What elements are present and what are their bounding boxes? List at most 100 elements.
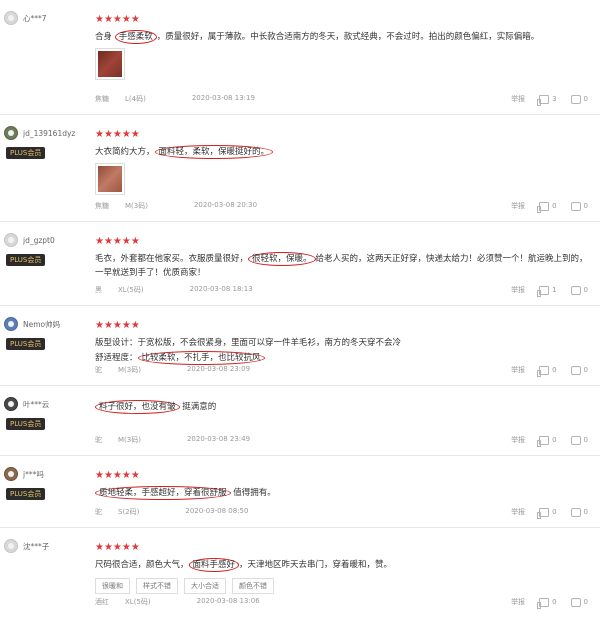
thumbs-up-icon: [537, 285, 550, 297]
purchase-size: M(3码): [125, 202, 148, 210]
purchase-color: 驼: [95, 366, 102, 374]
tag[interactable]: 很暖和: [95, 578, 130, 594]
review-tags: 很暖和 样式不错 大小合适 颜色不错: [95, 578, 588, 594]
review-text: 合身 手感柔软 ，质量很好，属于薄款。中长款合适南方的冬天，款式经典，不会过时。拍…: [95, 30, 540, 44]
review-image[interactable]: [95, 48, 125, 80]
review-item: j***吗 PLUS会员 ★★★★★ 质地轻柔，手感超好，穿着很舒服 值得拥有。…: [0, 456, 600, 528]
username[interactable]: 沈***子: [23, 541, 49, 552]
tag[interactable]: 大小合适: [184, 578, 226, 594]
review-text: 大衣简约大方， 面料轻，柔软，保暖挺好的。: [95, 145, 588, 159]
thumbs-up-icon: [537, 435, 550, 447]
comment-button[interactable]: 0: [570, 285, 588, 295]
like-button[interactable]: 3: [537, 94, 557, 106]
comment-icon: [570, 94, 581, 104]
review-date: 2020-03-08 08:50: [185, 507, 249, 515]
like-button[interactable]: 0: [537, 597, 557, 609]
comment-icon: [570, 435, 581, 445]
report-link[interactable]: 举报: [511, 597, 525, 607]
thumbs-up-icon: [537, 597, 550, 609]
highlight-circle: 质地轻柔，手感超好，穿着很舒服: [95, 486, 231, 500]
report-link[interactable]: 举报: [511, 507, 525, 517]
review-meta: 驼 S(2码) 2020-03-08 08:50: [95, 507, 248, 517]
review-meta: 焦糖 L(4码) 2020-03-08 13:19: [95, 94, 255, 104]
thumbs-up-icon: [537, 507, 550, 519]
review-user: 沈***子: [4, 538, 88, 554]
comment-button[interactable]: 0: [570, 507, 588, 517]
username[interactable]: j***吗: [23, 469, 44, 480]
review-meta: 驼 M(3码) 2020-03-08 23:49: [95, 435, 250, 445]
purchase-size: L(4码): [125, 95, 146, 103]
comment-button[interactable]: 0: [570, 365, 588, 375]
review-date: 2020-03-08 13:06: [196, 597, 260, 605]
review-date: 2020-03-08 23:49: [186, 435, 251, 443]
purchase-size: XL(5码): [118, 286, 144, 294]
rating-stars: ★★★★★: [95, 320, 140, 331]
like-button[interactable]: 0: [537, 507, 557, 519]
purchase-color: 酒红: [95, 598, 109, 606]
like-button[interactable]: 0: [537, 435, 557, 447]
avatar[interactable]: [4, 467, 18, 481]
plus-member-badge: PLUS会员: [6, 488, 46, 500]
review-item: 沈***子 ★★★★★ 尺码很合适，颜色大气， 面料手感好 ，天津地区昨天去串门，穿…: [0, 528, 600, 617]
username[interactable]: jd_gzpt0: [23, 236, 55, 245]
comment-icon: [570, 597, 581, 607]
plus-member-badge: PLUS会员: [6, 254, 46, 266]
purchase-size: S(2码): [118, 508, 140, 516]
purchase-color: 焦糖: [95, 95, 109, 103]
review-item: 心***7 ★★★★★ 合身 手感柔软 ，质量很好，属于薄款。中长款合适南方的冬天…: [0, 0, 600, 115]
plus-member-badge: PLUS会员: [6, 338, 46, 350]
comment-button[interactable]: 0: [570, 597, 588, 607]
like-button[interactable]: 1: [537, 285, 557, 297]
plus-member-badge: PLUS会员: [6, 147, 46, 159]
purchase-color: 黑: [95, 286, 102, 294]
like-button[interactable]: 0: [537, 201, 557, 213]
review-text: 料子很好，也没有皱 挺满意的: [95, 400, 588, 414]
report-link[interactable]: 举报: [511, 94, 525, 104]
avatar[interactable]: [4, 397, 18, 411]
thumbs-up-icon: [537, 94, 550, 106]
username[interactable]: Nemo帅妈: [23, 319, 60, 330]
report-link[interactable]: 举报: [511, 201, 525, 211]
like-button[interactable]: 0: [537, 365, 557, 377]
avatar[interactable]: [4, 317, 18, 331]
comment-button[interactable]: 0: [570, 201, 588, 211]
comment-button[interactable]: 0: [570, 94, 588, 104]
review-item: 叶***云 PLUS会员 料子很好，也没有皱 挺满意的 驼 M(3码) 2020…: [0, 386, 600, 456]
purchase-color: 驼: [95, 508, 102, 516]
report-link[interactable]: 举报: [511, 435, 525, 445]
tag[interactable]: 样式不错: [136, 578, 178, 594]
comment-button[interactable]: 0: [570, 435, 588, 445]
avatar[interactable]: [4, 126, 18, 140]
report-link[interactable]: 举报: [511, 285, 525, 295]
avatar[interactable]: [4, 233, 18, 247]
highlight-circle: 料子很好，也没有皱: [95, 400, 180, 414]
review-image[interactable]: [95, 163, 125, 195]
review-text: 尺码很合适，颜色大气， 面料手感好 ，天津地区昨天去串门，穿着暖和，赞。: [95, 558, 393, 572]
avatar[interactable]: [4, 11, 18, 25]
avatar[interactable]: [4, 539, 18, 553]
plus-member-badge: PLUS会员: [6, 418, 46, 430]
tag[interactable]: 颜色不错: [232, 578, 274, 594]
review-item: Nemo帅妈 PLUS会员 ★★★★★ 版型设计：于宽松版，不会很紧身，里面可以…: [0, 306, 600, 386]
purchase-color: 焦糖: [95, 202, 109, 210]
review-meta: 黑 XL(5码) 2020-03-08 18:13: [95, 285, 253, 295]
highlight-circle: 比较柔软，不扎手，也比较抗风: [137, 351, 265, 365]
review-date: 2020-03-08 20:30: [193, 201, 258, 209]
review-user: jd_gzpt0 PLUS会员: [4, 232, 88, 266]
rating-stars: ★★★★★: [95, 14, 140, 25]
thumbs-up-icon: [537, 201, 550, 213]
review-meta: 酒红 XL(5码) 2020-03-08 13:06: [95, 597, 260, 607]
rating-stars: ★★★★★: [95, 129, 140, 140]
review-text: 质地轻柔，手感超好，穿着很舒服 值得拥有。: [95, 486, 588, 500]
report-link[interactable]: 举报: [511, 365, 525, 375]
comment-icon: [570, 201, 581, 211]
comment-icon: [570, 365, 581, 375]
review-text: 毛衣，外套都在他家买。衣服质量很好， 很轻软，保暖。 给老人买的，这两天正好穿，快递…: [95, 252, 588, 278]
rating-stars: ★★★★★: [95, 470, 140, 481]
purchase-size: M(3码): [118, 436, 141, 444]
username[interactable]: 心***7: [23, 13, 47, 24]
review-user: Nemo帅妈 PLUS会员: [4, 316, 88, 350]
username[interactable]: jd_139161dyz: [23, 129, 75, 138]
username[interactable]: 叶***云: [23, 399, 49, 410]
purchase-size: XL(5码): [125, 598, 151, 606]
